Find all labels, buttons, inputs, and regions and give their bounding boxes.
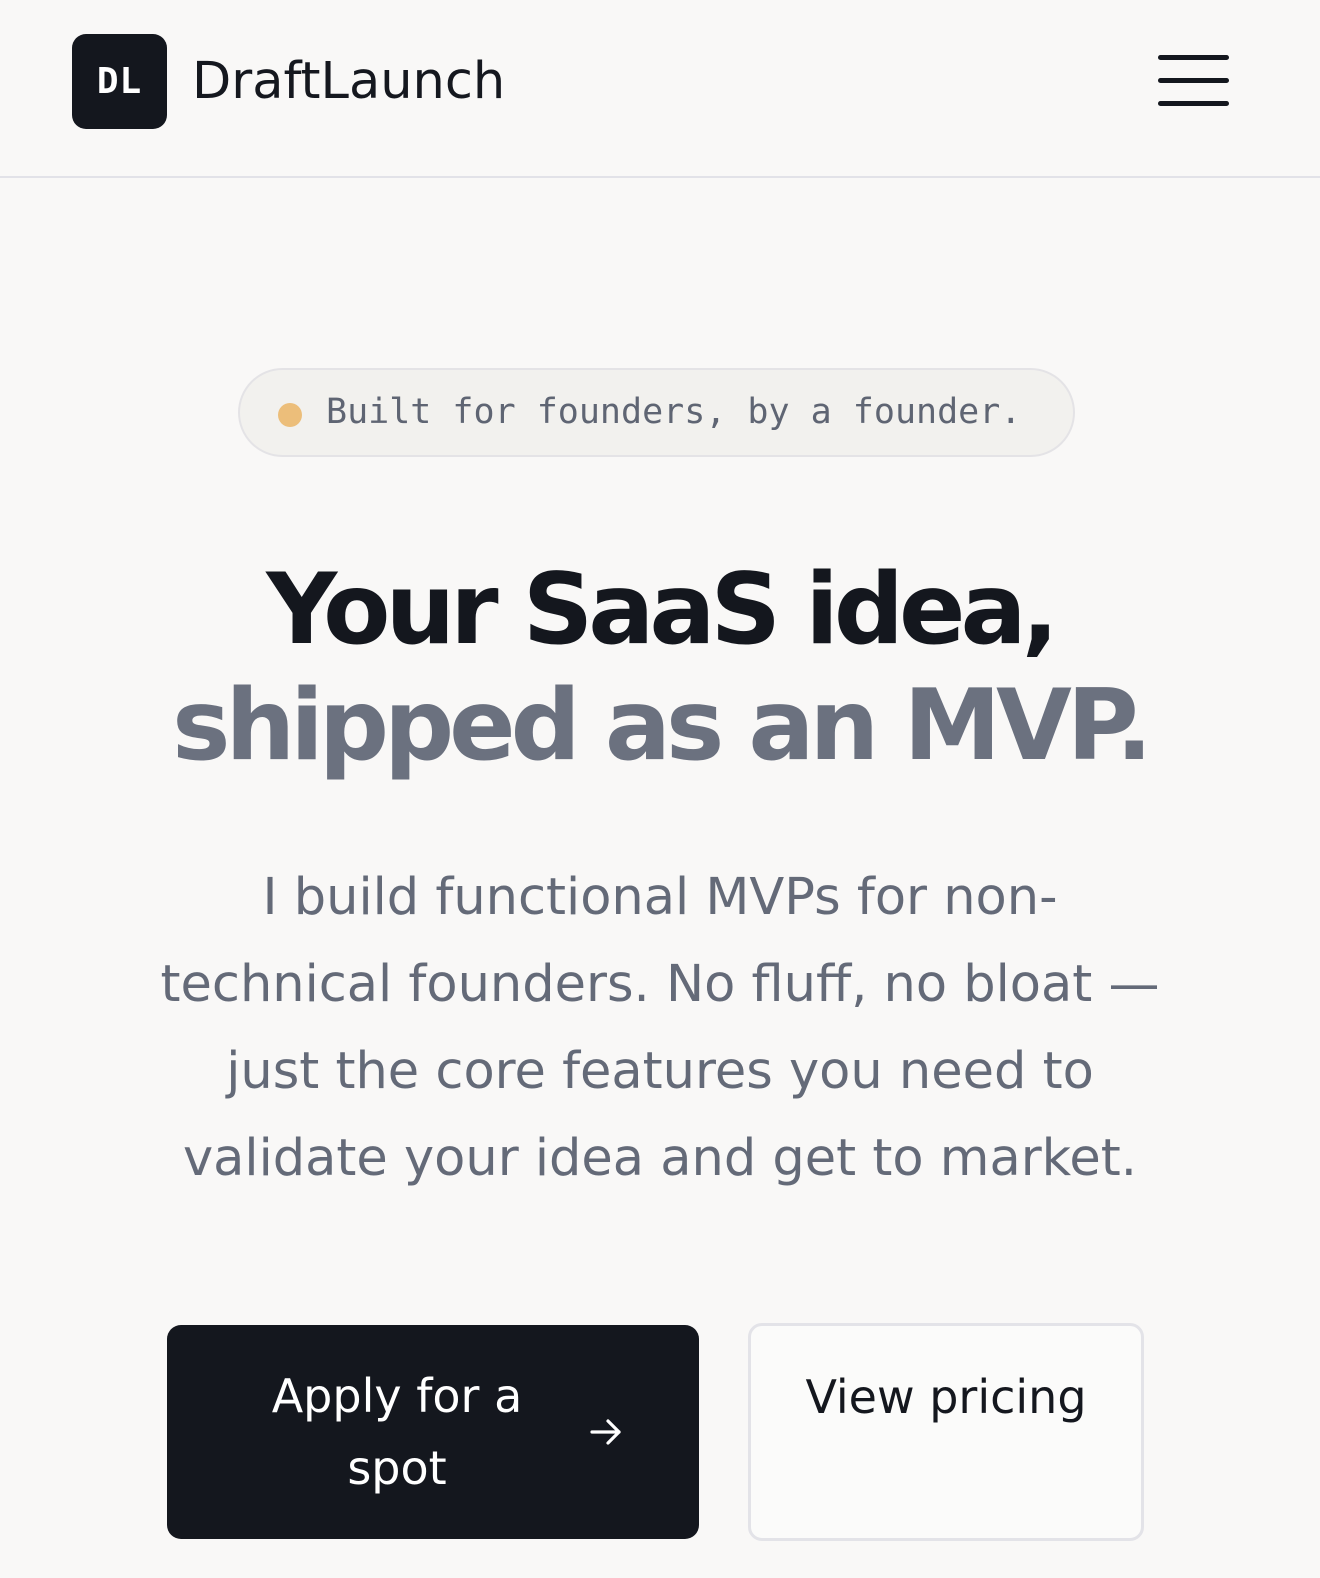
hamburger-menu-icon <box>1158 55 1229 60</box>
hamburger-menu-button[interactable] <box>1150 48 1236 116</box>
headline-line-1: Your SaaS idea, <box>266 553 1059 667</box>
status-dot-icon <box>278 403 302 427</box>
apply-button-label: Apply for a spot <box>271 1369 523 1495</box>
hero-headline: Your SaaS idea, shipped as an MVP. <box>60 552 1260 784</box>
hamburger-menu-icon-bar <box>1158 78 1229 83</box>
arrow-right-icon <box>590 1419 621 1445</box>
view-pricing-button[interactable]: View pricing <box>748 1323 1144 1541</box>
view-pricing-label: View pricing <box>805 1370 1087 1424</box>
site-header: DL DraftLaunch <box>0 0 1320 178</box>
hamburger-menu-icon-bar <box>1158 101 1229 106</box>
brand-name[interactable]: DraftLaunch <box>192 48 505 116</box>
logo-mark[interactable]: DL <box>72 34 167 129</box>
badge-text: Built for founders, by a founder. <box>326 392 1022 432</box>
tagline-badge: Built for founders, by a founder. <box>238 368 1075 457</box>
hero-description: I build functional MVPs for non-technica… <box>160 868 1160 1188</box>
headline-line-2: shipped as an MVP. <box>172 669 1153 783</box>
